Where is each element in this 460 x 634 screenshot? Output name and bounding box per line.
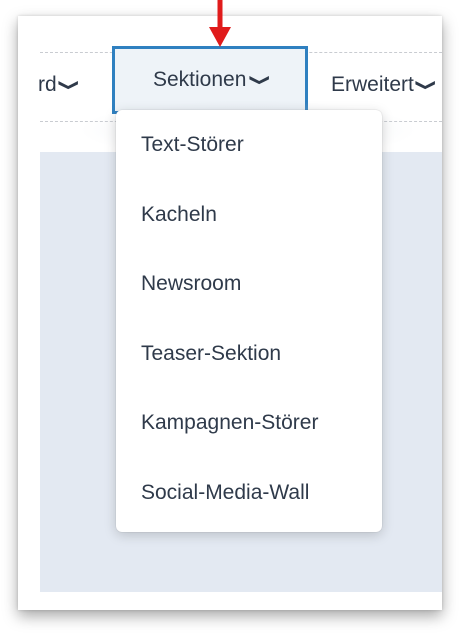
nav-item-label: rd [38, 73, 57, 96]
menu-item-text-stoerer[interactable]: Text-Störer [116, 118, 382, 188]
red-arrow-down-icon [209, 0, 231, 47]
nav-item-dashboard-partial[interactable]: rd ❯ [38, 68, 79, 102]
menu-item-kampagnen-stoerer[interactable]: Kampagnen-Störer [116, 396, 382, 466]
sektionen-dropdown-menu: Text-Störer Kacheln Newsroom Teaser-Sekt… [116, 110, 382, 532]
screenshot-frame: rd ❯ Sektionen ❯ Erweitert ❯ Text-Störer… [18, 16, 442, 610]
chevron-down-icon: ❯ [248, 73, 272, 87]
menu-item-kacheln[interactable]: Kacheln [116, 188, 382, 258]
chevron-down-icon: ❯ [57, 78, 80, 92]
menu-item-social-media-wall[interactable]: Social-Media-Wall [116, 466, 382, 536]
nav-item-label: Sektionen [153, 68, 247, 91]
nav-item-erweitert[interactable]: Erweitert ❯ [331, 68, 437, 102]
chevron-down-icon: ❯ [414, 78, 437, 92]
menu-item-newsroom[interactable]: Newsroom [116, 257, 382, 327]
menu-item-teaser-sektion[interactable]: Teaser-Sektion [116, 327, 382, 397]
nav-item-label: Erweitert [331, 73, 414, 96]
